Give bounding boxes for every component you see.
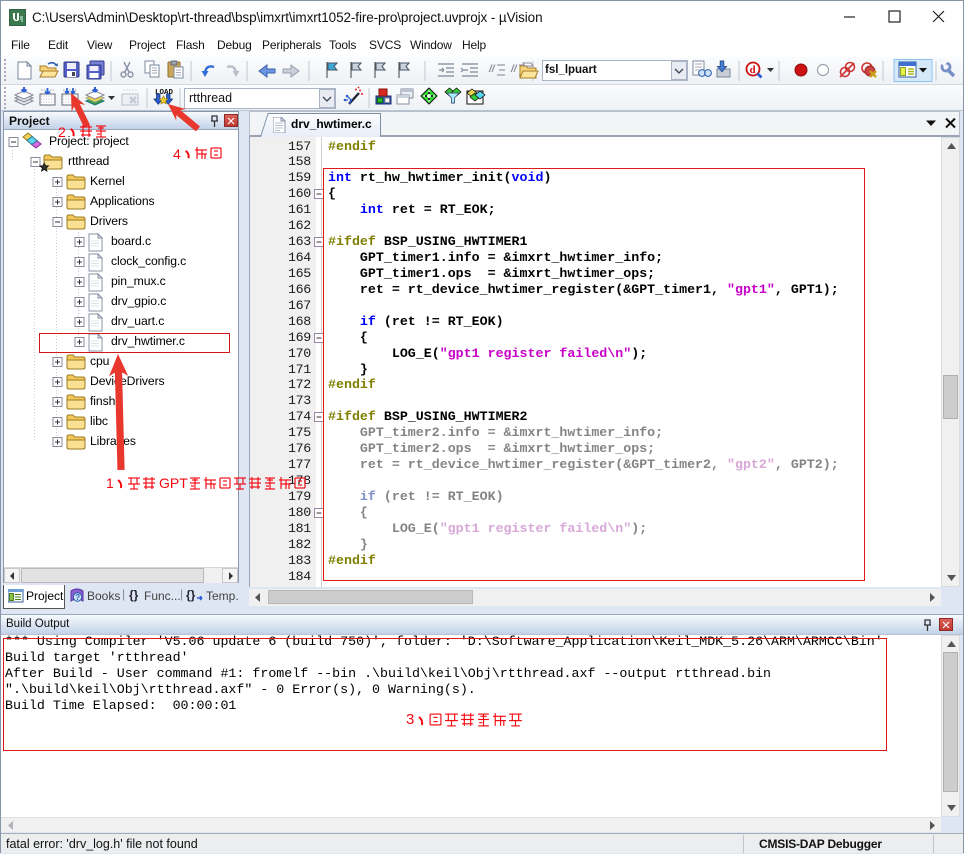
svg-text://: // [510, 64, 518, 75]
svg-text:d: d [750, 64, 756, 76]
svg-text://: // [488, 64, 496, 75]
svg-text:?: ? [75, 593, 80, 602]
